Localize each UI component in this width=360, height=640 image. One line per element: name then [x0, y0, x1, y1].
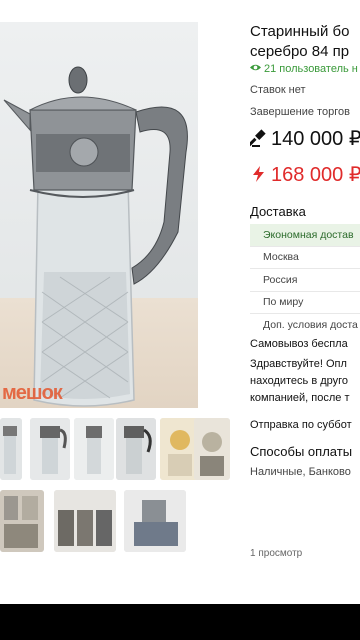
buy-now-price-value: 168 000 ₽ [271, 164, 360, 186]
buy-now-price[interactable]: 168 000 ₽ [250, 162, 360, 187]
listing-page: мешок Старинный бо серебро 84 пр 21 поль… [0, 0, 360, 604]
watchers-text: 21 пользователь н [264, 63, 358, 75]
eye-icon [250, 64, 261, 71]
thumbnail[interactable] [116, 418, 156, 480]
thumbnail[interactable] [54, 490, 116, 552]
watchers-count: 21 пользователь н [250, 62, 358, 75]
thumbnail[interactable] [74, 418, 114, 480]
payment-heading: Способы оплаты [250, 444, 353, 459]
bid-price[interactable]: 140 000 ₽ [250, 126, 360, 151]
delivery-option-extra[interactable]: Доп. условия доста [250, 314, 360, 336]
views-count: 1 просмотр [250, 548, 303, 559]
delivery-option-economy[interactable]: Экономная достав [250, 224, 360, 246]
thumbnail[interactable] [124, 490, 186, 552]
photo-watermark: мешок [2, 382, 63, 404]
auction-end-label: Завершение торгов [250, 106, 350, 118]
bid-price-value: 140 000 ₽ [271, 128, 360, 150]
gavel-icon [250, 129, 266, 147]
delivery-note-line: компанией, после т [250, 392, 350, 404]
pickup-text: Самовывоз беспла [250, 338, 348, 350]
delivery-option-world[interactable]: По миру [250, 291, 360, 313]
listing-title: Старинный бо серебро 84 пр [250, 22, 360, 62]
title-line: Старинный бо [250, 23, 350, 40]
thumbnail[interactable] [30, 418, 70, 480]
lightning-icon [253, 166, 264, 182]
bids-status: Ставок нет [250, 84, 306, 96]
thumbnail[interactable] [194, 418, 230, 480]
thumbnail[interactable] [0, 490, 44, 552]
delivery-note-line: Здравствуйте! Опл [250, 358, 347, 370]
delivery-note-line: находитесь в друго [250, 375, 349, 387]
payment-methods: Наличные, Банково [250, 466, 351, 478]
delivery-option-moscow[interactable]: Москва [250, 246, 360, 268]
title-line: серебро 84 пр [250, 43, 350, 60]
main-photo[interactable]: мешок [0, 22, 198, 408]
shipping-day: Отправка по суббот [250, 419, 352, 431]
delivery-heading: Доставка [250, 204, 306, 219]
delivery-option-russia[interactable]: Россия [250, 269, 360, 291]
carafe-illustration [3, 66, 188, 407]
thumbnail[interactable] [0, 418, 22, 480]
